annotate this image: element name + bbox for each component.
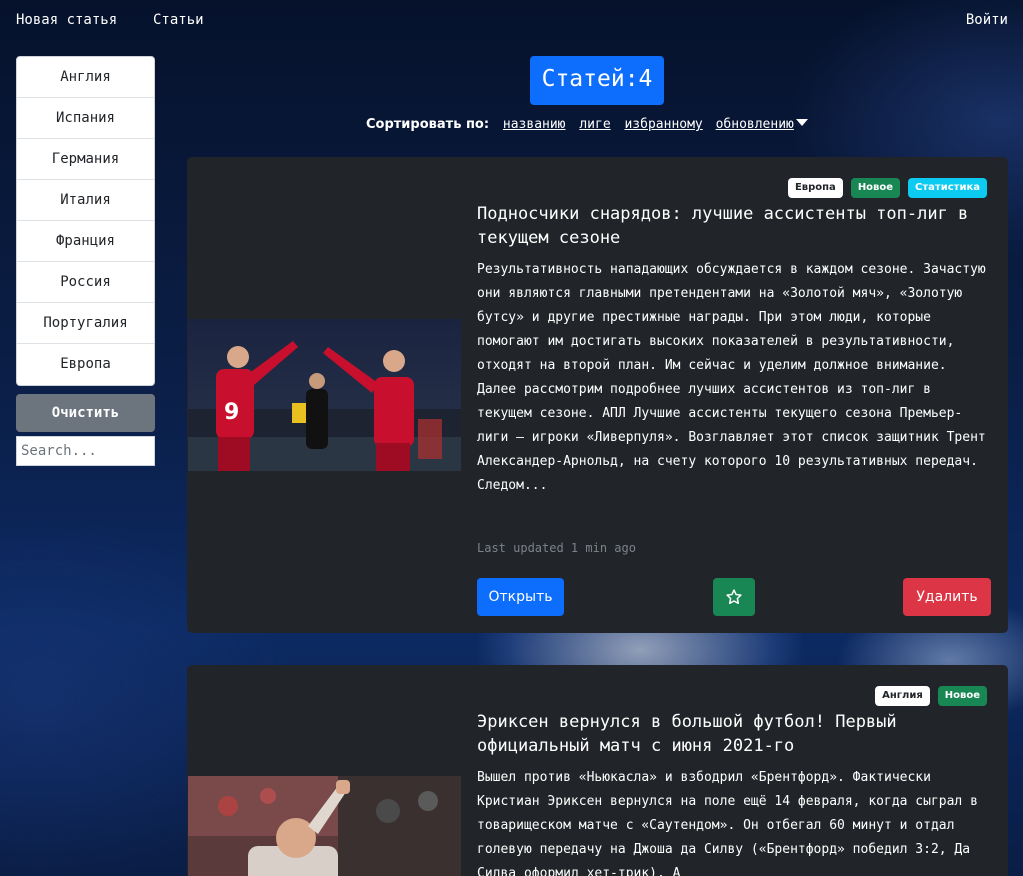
sort-by-favorite-link[interactable]: избранному [624,117,702,132]
jersey-number: 9 [224,400,239,425]
navbar: Новая статья Статьи Войти [0,0,1023,42]
sort-by-title-link[interactable]: названию [503,117,566,132]
article-photo-player-icon [188,776,461,876]
sort-by-updated-link[interactable]: обновлению [716,117,794,132]
article-image[interactable]: 9 [188,319,461,471]
sidebar-item-spain[interactable]: Испания [17,98,154,139]
badge-category: Статистика [908,178,987,198]
badge-new: Новое [850,178,901,198]
sidebar-item-france[interactable]: Франция [17,221,154,262]
sidebar-item-portugal[interactable]: Португалия [17,303,154,344]
nav-new-article-link[interactable]: Новая статья [16,12,117,28]
sidebar-item-russia[interactable]: Россия [17,262,154,303]
favorite-button[interactable] [713,578,755,616]
nav-articles-link[interactable]: Статьи [153,12,204,28]
open-article-button[interactable]: Открыть [477,578,564,616]
sort-bar: Сортировать по: названию лиге избранному… [366,117,808,132]
article-excerpt: Вышел против «Ньюкасла» и взбодрил «Брен… [477,770,978,876]
badge-new: Новое [937,686,987,706]
sidebar-item-europe[interactable]: Европа [17,344,154,385]
sort-direction-caret-icon[interactable] [795,119,808,126]
article-badges: Европа Новое Статистика [787,178,987,198]
article-card: Англия Новое Эриксен вернулся в большой … [187,665,1008,876]
badge-league: Англия [875,686,930,706]
article-updated-time: Last updated 1 min ago [477,541,636,555]
sidebar-item-italy[interactable]: Италия [17,180,154,221]
sort-label: Сортировать по: [366,117,490,132]
article-badges: Англия Новое [875,686,987,706]
badge-league: Европа [787,178,843,198]
delete-article-button[interactable]: Удалить [903,578,991,616]
search-input[interactable] [16,436,155,466]
sidebar-item-germany[interactable]: Германия [17,139,154,180]
article-photo-players-icon: 9 [188,319,461,471]
article-card: 9 Европа Новое Статистика Подносчики сна… [187,157,1008,633]
sidebar-item-england[interactable]: Англия [17,57,154,98]
star-icon [726,589,742,605]
sidebar: Англия Испания Германия Италия Франция Р… [16,56,155,466]
clear-filters-button[interactable]: Очистить [16,394,155,432]
article-image[interactable] [188,776,461,876]
article-count-badge: Статей:4 [530,56,664,105]
article-title[interactable]: Подносчики снарядов: лучшие ассистенты т… [477,202,992,250]
article-title[interactable]: Эриксен вернулся в большой футбол! Первы… [477,710,992,758]
nav-login-link[interactable]: Войти [966,12,1008,28]
league-filter-list: Англия Испания Германия Италия Франция Р… [16,56,155,386]
article-excerpt: Результативность нападающих обсуждается … [477,262,986,493]
sort-by-league-link[interactable]: лиге [579,117,610,132]
